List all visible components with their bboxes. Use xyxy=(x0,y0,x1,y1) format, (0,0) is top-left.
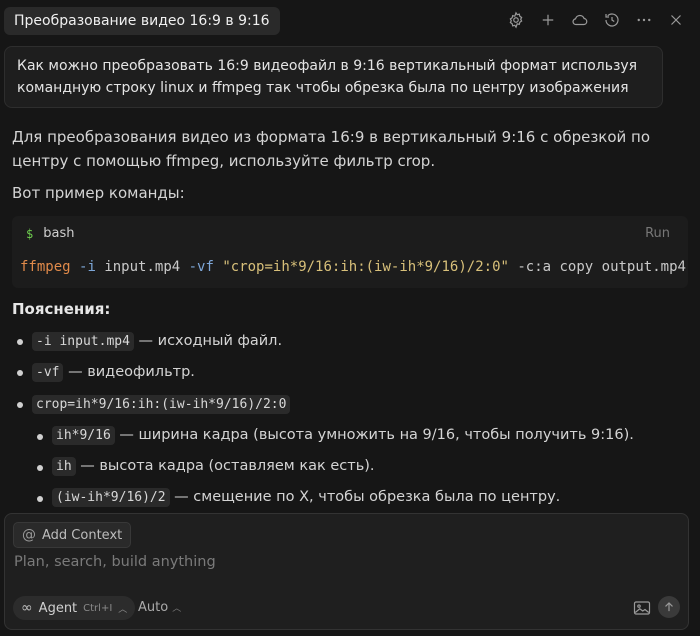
code-line: ffmpeg -i input.mp4 -vf "crop=ih*9/16:ih… xyxy=(20,256,686,278)
inline-code: (iw-ih*9/16)/2 xyxy=(52,488,170,507)
bullet-dot xyxy=(37,434,43,440)
terminal-icon: $ xyxy=(26,226,34,241)
explain-title: Пояснения: xyxy=(12,300,111,318)
history-icon[interactable] xyxy=(602,10,622,30)
bullet-dot xyxy=(17,402,23,408)
code-block-header: $ bash Run xyxy=(12,216,688,252)
at-icon: @ xyxy=(22,527,36,543)
list-item: ih — высота кадра (оставляем как есть). xyxy=(52,454,375,479)
list-item: crop=ih*9/16:ih:(iw-ih*9/16)/2:0 xyxy=(32,392,291,417)
code-language: $ bash xyxy=(26,226,74,241)
assistant-example-label: Вот пример команды: xyxy=(12,184,185,202)
list-item: (iw-ih*9/16)/2 — смещение по X, чтобы об… xyxy=(52,485,560,510)
bullet-dot xyxy=(37,496,43,502)
header-actions xyxy=(506,10,686,30)
bullet-dot xyxy=(37,465,43,471)
code-input: input.mp4 xyxy=(104,259,181,275)
list-item-text: — смещение по X, чтобы обрезка была по ц… xyxy=(169,489,561,505)
cloud-icon[interactable] xyxy=(570,10,590,30)
list-item-text: — высота кадра (оставляем как есть). xyxy=(75,458,375,474)
agent-label: Agent xyxy=(38,600,78,616)
bullet-dot xyxy=(17,370,23,376)
code-flag-i: -i xyxy=(79,259,96,275)
chat-header: Преобразование видео 16:9 в 9:16 xyxy=(0,0,700,42)
list-item: -i input.mp4 — исходный файл. xyxy=(32,329,282,354)
list-item: ih*9/16 — ширина кадра (высота умножить … xyxy=(52,423,634,448)
inline-code: ih xyxy=(52,457,76,476)
send-button[interactable] xyxy=(658,596,680,618)
code-block: $ bash Run ffmpeg -i input.mp4 -vf "crop… xyxy=(12,216,688,288)
assistant-intro: Для преобразования видео из формата 16:9… xyxy=(12,128,651,170)
inline-code: -vf xyxy=(32,363,64,382)
add-context-button[interactable]: @ Add Context xyxy=(13,522,132,548)
chat-title-tab[interactable]: Преобразование видео 16:9 в 9:16 xyxy=(4,7,280,35)
more-icon[interactable] xyxy=(634,10,654,30)
agent-mode-button[interactable]: ∞ Agent Ctrl+I ︿ xyxy=(13,596,136,620)
plus-icon[interactable] xyxy=(538,10,558,30)
chevron-up-icon: ︿ xyxy=(172,604,182,614)
code-flag-vf: -vf xyxy=(188,259,214,275)
inline-code: crop=ih*9/16:ih:(iw-ih*9/16)/2:0 xyxy=(32,395,291,414)
model-label: Auto xyxy=(138,600,169,615)
list-item-text: — исходный файл. xyxy=(133,333,283,349)
chevron-up-icon: ︿ xyxy=(118,604,128,615)
gear-icon[interactable] xyxy=(506,10,526,30)
code-filter: "crop=ih*9/16:ih:(iw-ih*9/16)/2:0" xyxy=(222,259,509,275)
list-item: -vf — видеофильтр. xyxy=(32,360,195,385)
inline-code: -i input.mp4 xyxy=(32,332,134,351)
inline-code: ih*9/16 xyxy=(52,426,115,445)
bullet-dot xyxy=(17,339,23,345)
code-command: ffmpeg xyxy=(20,259,71,275)
infinity-icon: ∞ xyxy=(21,600,33,616)
code-rest: -c:a copy output.mp4 xyxy=(517,259,686,275)
composer: @ Add Context Plan, search, build anythi… xyxy=(4,513,689,630)
close-icon[interactable] xyxy=(666,10,686,30)
image-icon[interactable] xyxy=(633,600,651,616)
list-item-text: — ширина кадра (высота умножить на 9/16,… xyxy=(114,427,634,443)
model-selector[interactable]: Auto ︿ xyxy=(138,600,181,615)
agent-shortcut: Ctrl+I xyxy=(83,602,113,614)
user-message[interactable]: Как можно преобразовать 16:9 видеофайл в… xyxy=(4,46,663,108)
composer-input[interactable]: Plan, search, build anything xyxy=(14,554,216,570)
add-context-label: Add Context xyxy=(42,527,123,543)
run-button[interactable]: Run xyxy=(645,226,670,241)
code-language-label: bash xyxy=(43,226,75,241)
list-item-text: — видеофильтр. xyxy=(63,364,195,380)
arrow-up-icon xyxy=(665,602,673,612)
